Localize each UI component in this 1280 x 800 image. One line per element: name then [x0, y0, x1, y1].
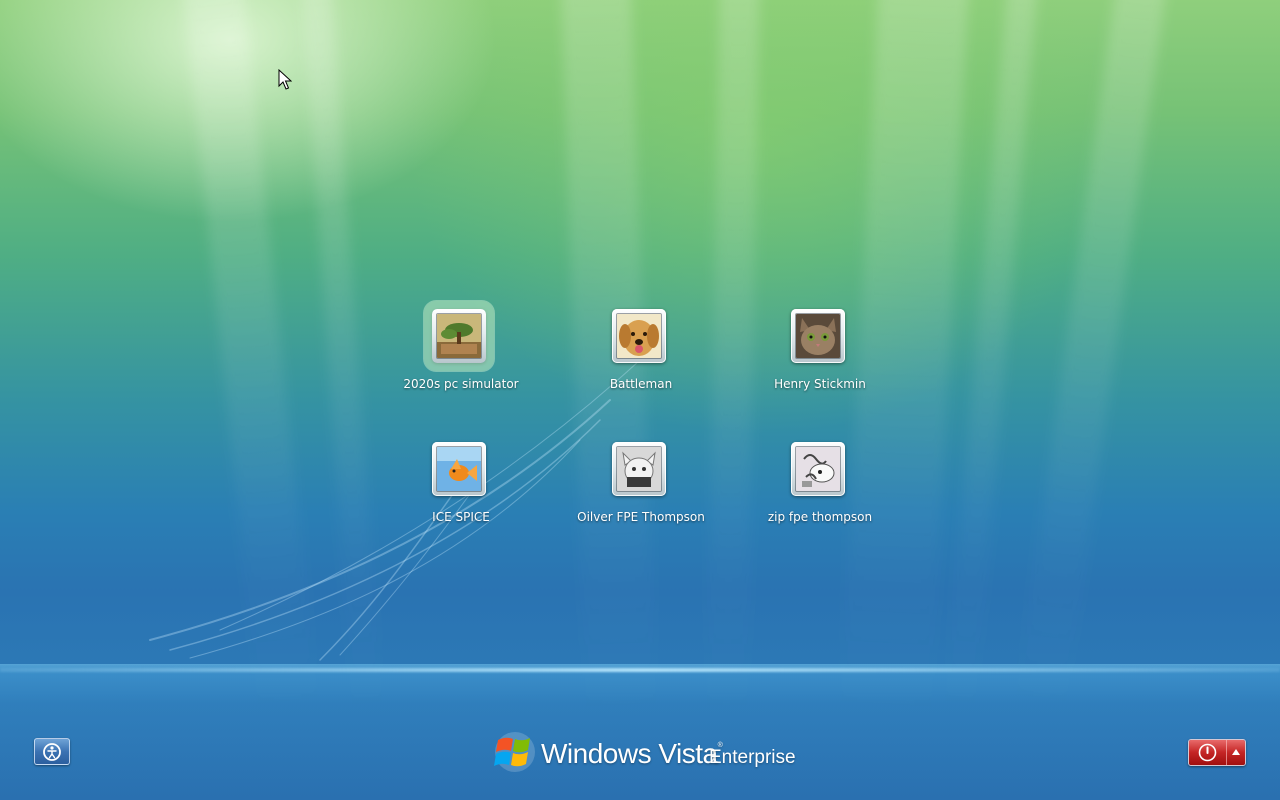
goldfish-picture — [436, 446, 482, 492]
user-name-label: Battleman — [609, 377, 673, 391]
sketch-picture — [795, 446, 841, 492]
brand-edition-text: Enterprise — [709, 747, 796, 768]
user-picture-frame — [791, 442, 845, 496]
windows-flag-icon — [494, 732, 535, 772]
user-tile-henry-stickmin[interactable]: Henry Stickmin — [745, 309, 895, 399]
ease-of-access-button[interactable] — [34, 738, 70, 765]
user-name-label: zip fpe thompson — [767, 510, 873, 524]
brand-windows-text: Windows Vista® — [541, 738, 723, 770]
user-tile-ice-spice[interactable]: ICE SPICE — [386, 442, 536, 532]
horizon-line — [0, 668, 1280, 672]
user-picture-frame — [432, 442, 486, 496]
user-tile-battleman[interactable]: Battleman — [566, 309, 716, 399]
kitten-picture — [795, 313, 841, 359]
login-screen: 2020s pc simulator Battleman Henry Stick… — [0, 0, 1280, 800]
user-name-label: ICE SPICE — [432, 510, 490, 524]
shutdown-control — [1188, 739, 1246, 766]
user-picture-frame — [432, 309, 486, 363]
chevron-up-icon — [1232, 749, 1240, 755]
sketch-picture — [616, 446, 662, 492]
user-tile-zip-fpe-thompson[interactable]: zip fpe thompson — [745, 442, 895, 532]
shutdown-options-button[interactable] — [1226, 740, 1245, 765]
user-picture-frame — [612, 442, 666, 496]
power-icon — [1198, 743, 1217, 762]
user-name-label: 2020s pc simulator — [403, 377, 519, 391]
mouse-cursor-icon — [278, 69, 292, 90]
user-name-label: Oilver FPE Thompson — [577, 510, 705, 524]
brand-windows-word: Windows — [541, 738, 652, 769]
user-tile-2020s-pc-simulator[interactable]: 2020s pc simulator — [386, 309, 536, 399]
user-name-label: Henry Stickmin — [774, 377, 866, 391]
windows-vista-logo: Windows Vista® Enterprise — [492, 730, 796, 774]
ease-of-access-icon — [43, 743, 61, 761]
user-picture-frame — [612, 309, 666, 363]
user-picture-frame — [791, 309, 845, 363]
shutdown-button[interactable] — [1189, 740, 1226, 765]
bonsai-tree-picture — [436, 313, 482, 359]
user-tile-oilver-fpe-thompson[interactable]: Oilver FPE Thompson — [566, 442, 716, 532]
dog-picture — [616, 313, 662, 359]
